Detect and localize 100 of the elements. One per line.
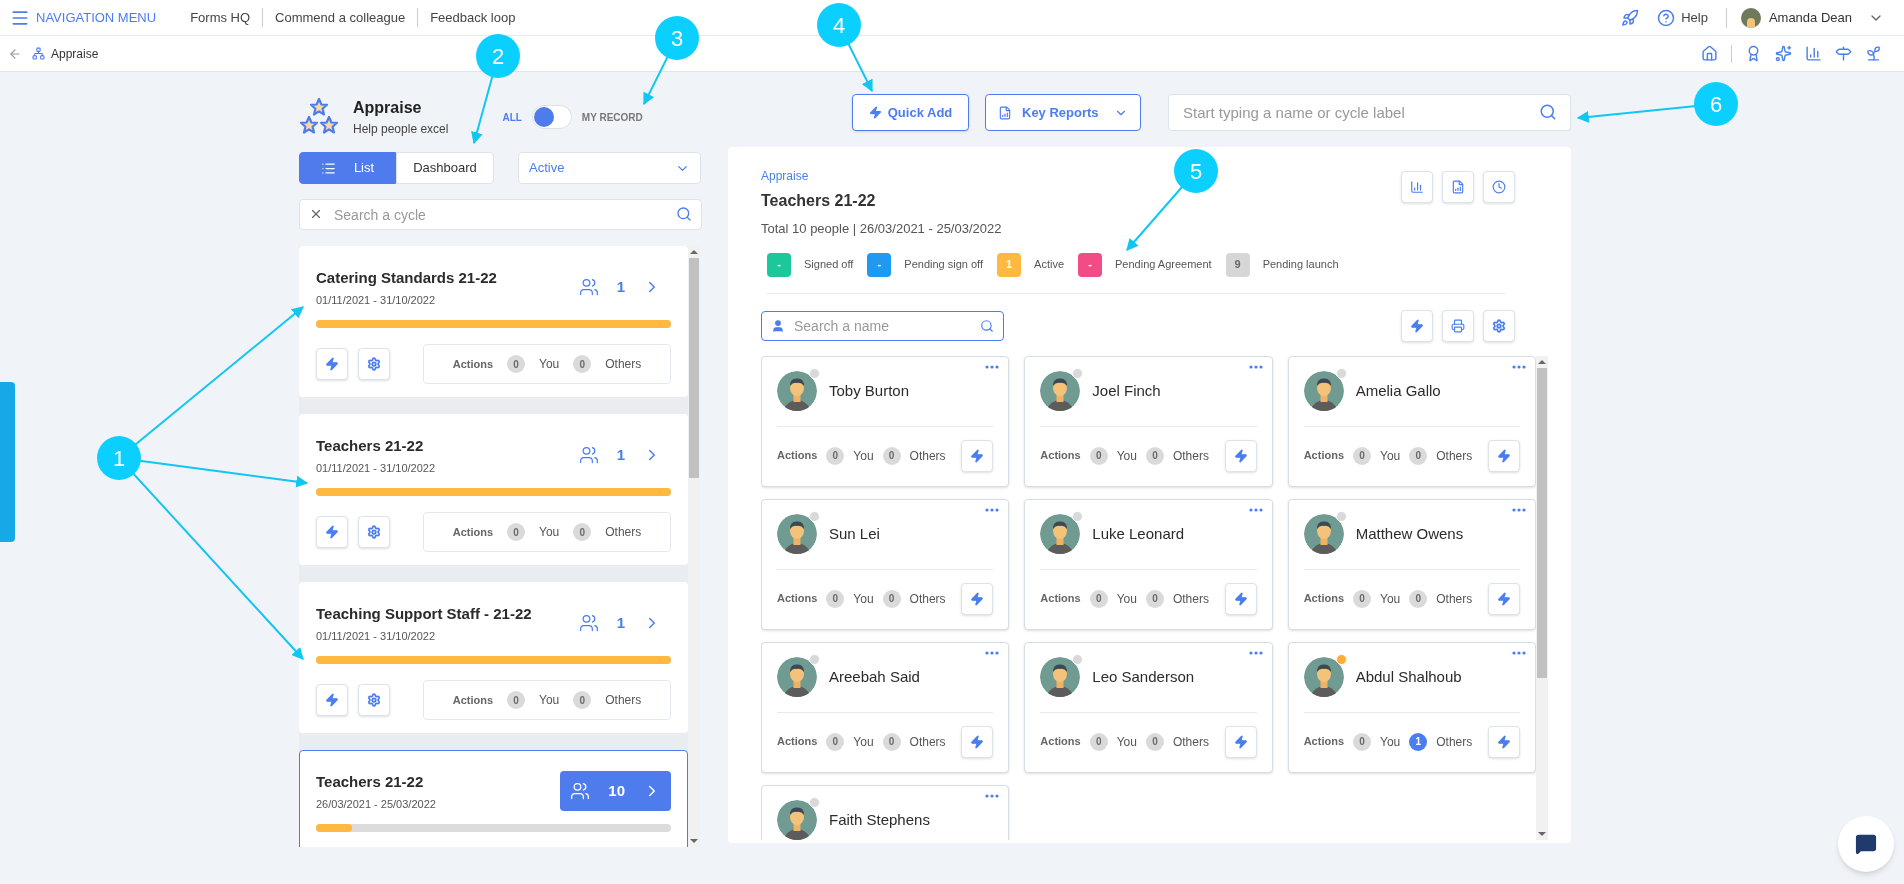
count-badge: 0 [826, 446, 845, 465]
top-link[interactable]: Commend a colleague [262, 7, 418, 28]
record-toggle[interactable] [531, 105, 572, 129]
stat-label: You [1116, 447, 1137, 465]
people-count-button[interactable]: 1 [568, 603, 671, 643]
more-icon[interactable] [1512, 650, 1526, 655]
print-button[interactable] [1442, 309, 1474, 342]
global-search-field[interactable]: Start typing a name or cycle label [1168, 94, 1571, 131]
quick-action-button[interactable] [1224, 582, 1257, 615]
person-name: Toby Burton [829, 380, 910, 401]
navigation-menu-button[interactable]: NAVIGATION MENU [10, 7, 157, 28]
chat-button[interactable] [1838, 816, 1894, 872]
lightning-icon [1233, 448, 1248, 463]
more-icon[interactable] [1248, 507, 1263, 512]
status-dropdown[interactable]: Active [518, 152, 701, 184]
count-badge: 0 [573, 355, 592, 373]
count-badge: 0 [1409, 446, 1428, 465]
quick-action-button[interactable] [316, 684, 348, 716]
report-button[interactable] [1442, 171, 1474, 203]
sprout-icon [1865, 45, 1882, 62]
more-icon[interactable] [1248, 650, 1263, 655]
legend-swatch: 9 [1225, 252, 1250, 277]
quick-action-button[interactable] [1224, 725, 1257, 758]
top-link[interactable]: Feedback loop [417, 7, 528, 28]
top-link[interactable]: Forms HQ [178, 7, 263, 28]
annotation-number: 1 [97, 436, 141, 480]
person-card[interactable]: Abdul Shalhoub Actions 0 You 1 Others [1287, 641, 1536, 773]
count-badge: 0 [1409, 589, 1428, 608]
cycle-card[interactable]: Teachers 21-22 26/03/2021 - 25/03/2022 10 [299, 750, 688, 847]
cycle-card[interactable]: Catering Standards 21-22 01/11/2021 - 31/10/2022 1 Actions 0 You 0 Others [299, 246, 688, 397]
view-tab[interactable]: List [299, 152, 396, 184]
person-card[interactable]: Amelia Gallo Actions 0 You 0 Others [1287, 355, 1536, 487]
lightning-icon [1497, 448, 1511, 463]
quick-action-button[interactable] [316, 348, 348, 380]
avatar-icon [1303, 371, 1344, 411]
person-card[interactable]: Areebah Said Actions 0 You 0 Others [761, 641, 1010, 773]
quick-action-button[interactable] [1488, 725, 1520, 758]
stat-label: Actions [777, 591, 818, 607]
cycle-card[interactable]: Teaching Support Staff - 21-22 01/11/2021 - 31/10/2022 1 Actions 0 You 0 Others [299, 582, 688, 733]
people-count-button[interactable]: 1 [568, 435, 671, 475]
legend-label: Pending launch [1262, 257, 1339, 273]
user-menu-button[interactable]: Amanda Dean [1725, 7, 1884, 28]
lightning-icon [970, 734, 985, 749]
list-icon [320, 160, 336, 176]
lightning-icon [1410, 318, 1424, 333]
cycle-title: Catering Standards 21-22 [316, 268, 498, 288]
person-card[interactable]: Matthew Owens Actions 0 You 0 Others [1287, 498, 1536, 630]
more-icon[interactable] [985, 793, 1000, 798]
more-icon[interactable] [985, 364, 1000, 369]
person-card[interactable]: Leo Sanderson Actions 0 You 0 Others [1024, 641, 1273, 773]
quick-action-button[interactable] [316, 516, 348, 548]
name-search-field[interactable]: Search a name [761, 310, 1004, 341]
person-card[interactable]: Faith Stephens [761, 784, 1010, 840]
settings-button[interactable] [1483, 309, 1515, 342]
quick-action-button[interactable] [1488, 582, 1520, 615]
view-tab[interactable]: Dashboard [396, 152, 494, 184]
cycle-card[interactable]: Teachers 21-22 01/11/2021 - 31/10/2022 1 Actions 0 You 0 Others [299, 414, 688, 565]
breadcrumb-label[interactable]: Appraise [51, 44, 99, 63]
stat-label: Actions [1303, 591, 1344, 607]
history-button[interactable] [1483, 171, 1515, 203]
panel-breadcrumb[interactable]: Appraise [761, 167, 1002, 185]
settings-button[interactable] [358, 684, 390, 716]
key-reports-button[interactable]: Key Reports [985, 94, 1141, 131]
cycle-search-field[interactable]: Search a cycle [299, 199, 702, 230]
more-icon[interactable] [1512, 364, 1526, 369]
legend-swatch: - [1078, 252, 1102, 277]
quick-action-button[interactable] [1488, 439, 1520, 472]
settings-button[interactable] [358, 516, 390, 548]
count-badge: 0 [1353, 732, 1371, 751]
count-badge: 0 [573, 691, 592, 709]
cycle-title: Teaching Support Staff - 21-22 [316, 604, 533, 624]
person-card[interactable]: Luke Leonard Actions 0 You 0 Others [1024, 498, 1273, 630]
quick-action-button[interactable] [961, 439, 994, 472]
person-card[interactable]: Toby Burton Actions 0 You 0 Others [761, 355, 1010, 487]
more-icon[interactable] [1248, 364, 1263, 369]
person-card[interactable]: Sun Lei Actions 0 You 0 Others [761, 498, 1010, 630]
quick-action-button[interactable] [1224, 439, 1257, 472]
quick-action-button[interactable] [961, 582, 994, 615]
legend-label: Active [1034, 257, 1064, 273]
person-card[interactable]: Joel Finch Actions 0 You 0 Others [1024, 355, 1273, 487]
people-count-button[interactable]: 10 [560, 771, 671, 811]
lightning-icon [325, 525, 339, 539]
avatar-icon [777, 514, 817, 554]
scrollbar[interactable] [1536, 355, 1548, 840]
quick-add-button[interactable]: Quick Add [852, 94, 969, 131]
scrollbar[interactable] [688, 246, 700, 847]
more-icon[interactable] [985, 650, 1000, 655]
quick-action-button[interactable] [1401, 309, 1433, 342]
legend-swatch: - [767, 252, 791, 277]
search-icon [980, 318, 994, 333]
more-icon[interactable] [985, 507, 1000, 512]
quick-action-button[interactable] [961, 725, 994, 758]
people-count-button[interactable]: 1 [568, 267, 671, 307]
person-name: Amelia Gallo [1355, 380, 1441, 401]
legend-label: Signed off [804, 257, 854, 273]
settings-button[interactable] [358, 348, 390, 380]
more-icon[interactable] [1512, 507, 1526, 512]
help-button[interactable]: Help [1657, 7, 1708, 28]
stat-label: Actions [452, 524, 494, 540]
chart-button[interactable] [1401, 171, 1433, 203]
